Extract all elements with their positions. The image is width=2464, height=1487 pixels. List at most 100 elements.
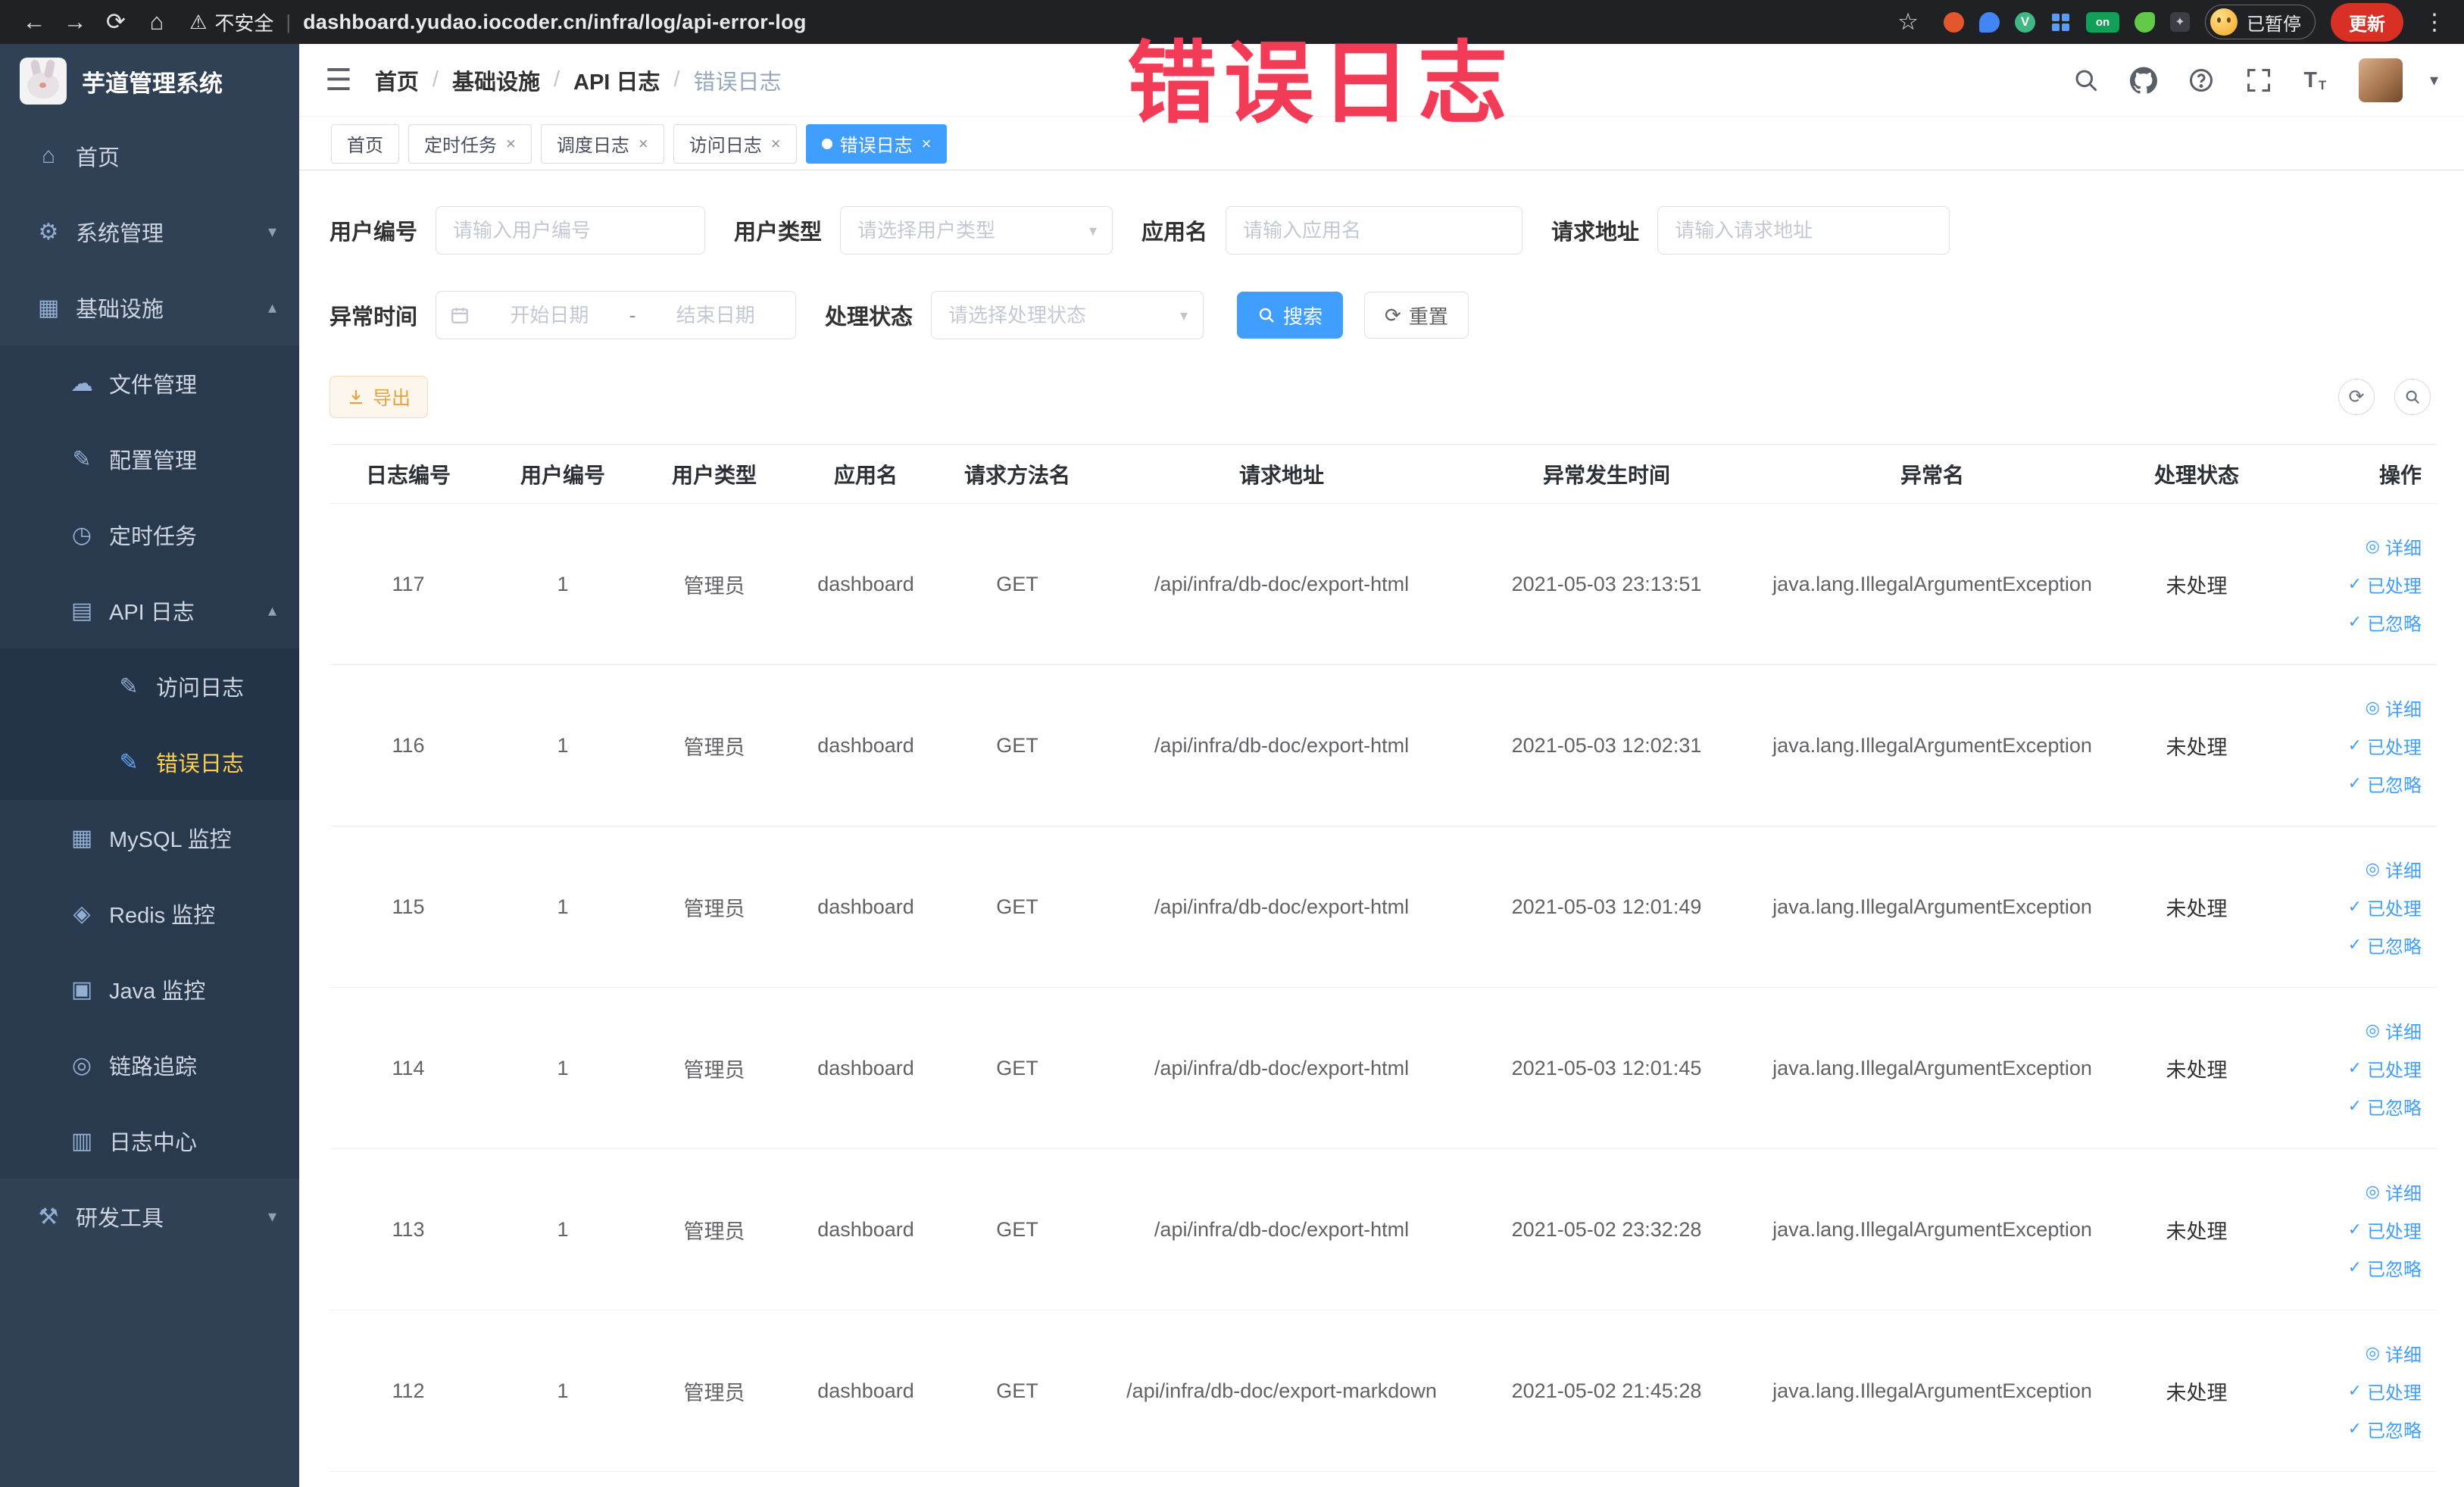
extension-on-badge[interactable]: on [2086,11,2119,33]
extension-icon-grid[interactable] [2050,11,2071,33]
tab-home[interactable]: 首页 [331,123,399,164]
sidebar-item-infrastructure[interactable]: ▦ 基础设施 ▴ [0,270,299,345]
detail-label: 详细 [2385,699,2422,720]
user-id-field-wrap [436,206,706,255]
end-date-input[interactable] [636,303,795,327]
toggle-search-button[interactable] [2394,379,2431,415]
hamburger-icon[interactable]: ☰ [325,65,352,95]
detail-link[interactable]: ◎ 详细 [2366,533,2422,560]
cell-app-name: dashboard [817,1056,914,1079]
cell-app-name: dashboard [817,1217,914,1241]
chrome-update-button[interactable]: 更新 [2331,2,2403,42]
detail-link[interactable]: ◎ 详细 [2366,1340,2422,1367]
browser-menu-icon[interactable]: ⋮ [2419,9,2450,36]
detail-link[interactable]: ◎ 详细 [2366,695,2422,721]
sidebar-item-log-center[interactable]: ▥ 日志中心 [0,1103,299,1179]
user-type-select[interactable]: ▾ [840,206,1113,255]
extensions-pin-icon[interactable]: ✦ [2170,12,2190,32]
cell-log-id: 115 [392,895,425,918]
sidebar-item-api-log[interactable]: ▤ API 日志 ▴ [0,573,299,648]
tab-schedule-log[interactable]: 调度日志 × [540,123,664,164]
mark-ignored-link[interactable]: ✓ 已忽略 [2348,1416,2422,1442]
user-type-select-input[interactable] [841,218,1113,242]
ignored-label: 已忽略 [2367,1259,2422,1280]
bookmark-star-icon[interactable]: ☆ [1888,8,1928,36]
font-size-icon[interactable]: TT [2301,65,2331,95]
extension-icon-leaf[interactable] [2135,11,2155,33]
start-date-input[interactable] [470,303,629,327]
mark-processed-link[interactable]: ✓ 已处理 [2348,894,2422,920]
process-status-select[interactable]: ▾ [931,291,1204,339]
detail-link[interactable]: ◎ 详细 [2366,856,2422,883]
help-icon[interactable] [2186,65,2216,95]
mark-ignored-link[interactable]: ✓ 已忽略 [2348,770,2422,797]
tab-access-log[interactable]: 访问日志 × [673,123,797,164]
detail-link[interactable]: ◎ 详细 [2366,1017,2422,1044]
sidebar-item-java-monitor[interactable]: ▣ Java 监控 [0,951,299,1027]
chevron-down-icon: ▾ [267,222,276,241]
search-button[interactable]: 搜索 [1237,292,1344,339]
close-icon[interactable]: × [922,134,932,154]
sidebar-item-scheduled-jobs[interactable]: ◷ 定时任务 [0,497,299,573]
mark-processed-link[interactable]: ✓ 已处理 [2348,1217,2422,1243]
profile-paused-badge[interactable]: 已暂停 [2205,5,2316,39]
check-icon: ✓ [2347,773,2362,792]
breadcrumb-infrastructure[interactable]: 基础设施 [452,64,540,96]
export-button-label: 导出 [373,388,411,409]
breadcrumb-api-log[interactable]: API 日志 [573,64,660,96]
mark-processed-link[interactable]: ✓ 已处理 [2348,1378,2422,1404]
sidebar-item-error-log[interactable]: ✎ 错误日志 [0,724,299,800]
sidebar-item-mysql-monitor[interactable]: ▦ MySQL 监控 [0,800,299,876]
mark-processed-link[interactable]: ✓ 已处理 [2348,733,2422,759]
mark-processed-link[interactable]: ✓ 已处理 [2348,571,2422,598]
tab-scheduled-jobs[interactable]: 定时任务 × [408,123,532,164]
export-button[interactable]: 导出 [329,376,429,418]
mark-processed-link[interactable]: ✓ 已处理 [2348,1055,2422,1082]
user-avatar[interactable] [2358,58,2403,102]
extension-icon-drop[interactable] [1979,11,2000,33]
security-chip[interactable]: ⚠ 不安全 [189,8,273,36]
fullscreen-icon[interactable] [2244,65,2274,95]
mark-ignored-link[interactable]: ✓ 已忽略 [2348,1093,2422,1120]
pencil-icon: ✎ [72,446,92,472]
calendar-icon [450,305,470,325]
search-icon[interactable] [2071,65,2101,95]
github-icon[interactable] [2128,65,2159,95]
sidebar-item-access-log[interactable]: ✎ 访问日志 [0,648,299,724]
request-url-input[interactable] [1658,218,1950,242]
reload-icon[interactable]: ⟳ [95,8,136,36]
process-status-select-input[interactable] [932,303,1204,327]
user-id-input[interactable] [436,218,705,242]
mark-ignored-link[interactable]: ✓ 已忽略 [2348,932,2422,958]
back-icon[interactable]: ← [14,8,55,36]
avatar-caret-icon[interactable]: ▾ [2430,70,2438,90]
close-icon[interactable]: × [639,134,648,154]
forward-icon[interactable]: → [55,8,95,36]
mark-ignored-link[interactable]: ✓ 已忽略 [2348,1254,2422,1281]
sidebar-item-config-mgmt[interactable]: ✎ 配置管理 [0,421,299,497]
detail-link[interactable]: ◎ 详细 [2366,1179,2422,1205]
app-name-input[interactable] [1226,218,1522,242]
sidebar-item-redis-monitor[interactable]: ◈ Redis 监控 [0,876,299,951]
sidebar-item-system-mgmt[interactable]: ⚙ 系统管理 ▾ [0,194,299,270]
sidebar-item-file-mgmt[interactable]: ☁ 文件管理 [0,345,299,421]
sidebar-item-home[interactable]: ⌂ 首页 [0,118,299,194]
ignored-label: 已忽略 [2367,775,2422,796]
extension-icon-red[interactable] [1944,11,1964,33]
mark-ignored-link[interactable]: ✓ 已忽略 [2348,609,2422,636]
close-icon[interactable]: × [771,134,781,154]
app-logo-row[interactable]: 芋道管理系统 [0,44,299,118]
close-icon[interactable]: × [506,134,516,154]
tab-error-log[interactable]: 错误日志 × [805,123,948,164]
sidebar-item-link-trace[interactable]: ◎ 链路追踪 [0,1027,299,1103]
breadcrumb-home[interactable]: 首页 [375,64,419,96]
svg-text:T: T [2303,68,2317,92]
reset-button[interactable]: ⟳ 重置 [1364,292,1469,339]
refresh-button[interactable]: ⟳ [2338,379,2375,415]
browser-home-icon[interactable]: ⌂ [136,8,177,36]
vue-devtools-icon[interactable]: V [2015,11,2035,33]
address-bar-url[interactable]: dashboard.yudao.iocoder.cn/infra/log/api… [303,11,807,34]
date-range-picker[interactable]: - [436,291,797,339]
sidebar-item-dev-tools[interactable]: ⚒ 研发工具 ▾ [0,1179,299,1254]
tab-label: 首页 [347,136,383,156]
